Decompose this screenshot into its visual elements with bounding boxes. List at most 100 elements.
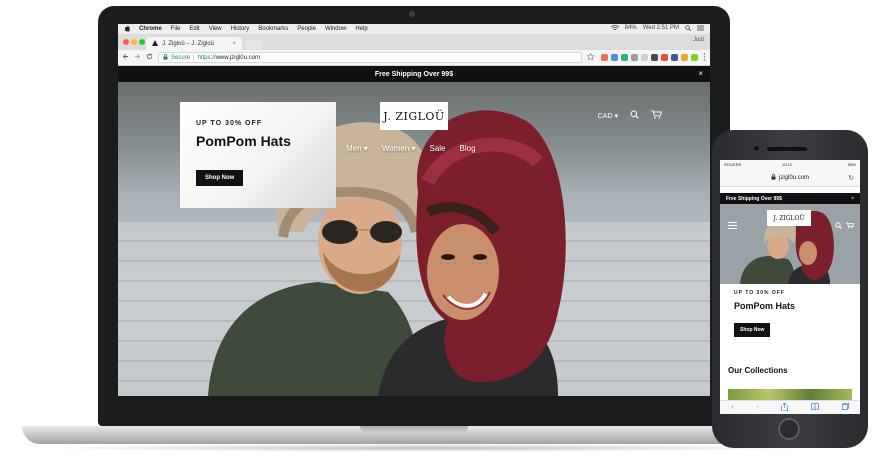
- promo-card: UP TO 30% OFF PomPom Hats Shop Now: [180, 102, 336, 208]
- search-icon[interactable]: [835, 216, 842, 234]
- secure-label: Secure: [171, 54, 191, 61]
- shop-now-button[interactable]: Shop Now: [196, 170, 244, 186]
- extension-icon[interactable]: [681, 54, 688, 61]
- reload-icon[interactable]: ↻: [848, 174, 854, 182]
- menubar-help[interactable]: Help: [355, 26, 367, 32]
- main-nav: Men ▾ Women ▾ Sale Blog: [346, 144, 476, 153]
- phone-address-bar[interactable]: jzigl0u.com ↻: [720, 169, 860, 187]
- browser-tabstrip: J. Zigloü – J. Zigloü × Just: [118, 34, 710, 50]
- phone-status-bar: ROGERS 10:12 58%: [720, 160, 860, 169]
- phone-url: jzigl0u.com: [778, 174, 809, 181]
- url-host: www.jzigl0u.com: [215, 54, 260, 61]
- extension-icon[interactable]: [601, 54, 608, 61]
- menubar-window[interactable]: Window: [325, 26, 346, 32]
- menubar-status-area: 84% Wed 2:51 PM: [610, 25, 704, 33]
- promo-title: PomPom Hats: [196, 133, 291, 149]
- safari-bottom-bar: ‹ ›: [720, 400, 860, 414]
- menubar-file[interactable]: File: [171, 26, 181, 32]
- notification-center-icon[interactable]: [697, 25, 704, 33]
- browser-tab-active[interactable]: J. Zigloü – J. Zigloü ×: [146, 37, 242, 50]
- laptop-shadow: [40, 444, 810, 452]
- chevron-down-icon: ▾: [363, 144, 368, 153]
- nav-item-women[interactable]: Women ▾: [382, 144, 416, 153]
- phone-promo-card: UP TO 30% OFF PomPom Hats Shop Now: [720, 284, 860, 354]
- phone-promo-eyebrow: UP TO 30% OFF: [734, 290, 785, 296]
- cart-icon[interactable]: [846, 216, 855, 234]
- search-icon[interactable]: [630, 110, 639, 121]
- menubar-app-name[interactable]: Chrome: [139, 26, 162, 32]
- menubar-edit[interactable]: Edit: [189, 26, 199, 32]
- tab-title: J. Zigloü – J. Zigloü: [162, 40, 215, 47]
- tabs-icon[interactable]: [841, 402, 849, 412]
- wifi-icon[interactable]: [610, 25, 620, 33]
- phone-announcement-bar: Free Shipping Over 99$ ×: [720, 193, 860, 204]
- phone-home-button[interactable]: [778, 418, 800, 440]
- profile-name[interactable]: Just: [693, 37, 704, 43]
- cart-icon[interactable]: [651, 110, 663, 121]
- url-scheme: https://: [197, 54, 216, 61]
- header-actions: CAD ▾: [598, 110, 663, 121]
- extension-icon[interactable]: [621, 54, 628, 61]
- announcement-close-icon[interactable]: ×: [698, 69, 703, 78]
- website: Free Shipping Over 99$ × UP TO 30% OFF P…: [118, 66, 710, 396]
- chevron-down-icon: ▾: [411, 144, 416, 153]
- tab-close-icon[interactable]: ×: [232, 41, 236, 47]
- currency-label: CAD: [597, 112, 613, 120]
- browser-toolbar: Secure | https://www.jzigl0u.com: [118, 50, 710, 66]
- menubar-clock[interactable]: Wed 2:51 PM: [643, 25, 679, 33]
- battery-percent[interactable]: 84%: [625, 25, 637, 33]
- nav-item-sale[interactable]: Sale: [429, 144, 445, 153]
- phone-shop-now-button[interactable]: Shop Now: [734, 323, 771, 337]
- window-zoom-button[interactable]: [139, 39, 145, 45]
- extension-icon[interactable]: [631, 54, 638, 61]
- extension-icon[interactable]: [671, 54, 678, 61]
- lock-icon: [771, 173, 776, 182]
- currency-selector[interactable]: CAD ▾: [598, 112, 618, 120]
- menubar-history[interactable]: History: [231, 26, 250, 32]
- announcement-bar: Free Shipping Over 99$ ×: [118, 66, 710, 82]
- star-bookmark-icon[interactable]: [586, 52, 595, 62]
- bookmarks-icon[interactable]: [811, 403, 819, 412]
- site-logo[interactable]: J. ZIGLOÜ: [380, 102, 448, 130]
- forward-icon[interactable]: ›: [756, 404, 758, 411]
- back-icon[interactable]: [122, 53, 129, 62]
- phone-screen: ROGERS 10:12 58% jzigl0u.com ↻ Free Ship…: [720, 160, 860, 414]
- spotlight-icon[interactable]: [685, 25, 691, 33]
- phone-site-logo[interactable]: J. ZIGLOÜ: [767, 210, 811, 226]
- phone-announcement-close-icon[interactable]: ×: [851, 196, 854, 202]
- hamburger-icon[interactable]: [728, 216, 737, 234]
- extension-icon[interactable]: [651, 54, 658, 61]
- laptop-camera: [409, 11, 415, 17]
- extension-icon[interactable]: [691, 54, 698, 61]
- tab-favicon: [152, 39, 158, 48]
- nav-item-men[interactable]: Men ▾: [346, 144, 368, 153]
- phone-speaker: [767, 147, 807, 151]
- nav-item-blog[interactable]: Blog: [460, 144, 476, 153]
- phone-promo-title: PomPom Hats: [734, 301, 796, 311]
- menubar-bookmarks[interactable]: Bookmarks: [258, 26, 288, 32]
- address-bar[interactable]: Secure | https://www.jzigl0u.com: [158, 52, 582, 63]
- extension-icons: [601, 54, 698, 61]
- share-icon[interactable]: [781, 402, 789, 413]
- window-close-button[interactable]: [123, 39, 129, 45]
- menubar-view[interactable]: View: [209, 26, 222, 32]
- collections-heading: Our Collections: [728, 366, 788, 375]
- nav-item-label: Men: [346, 144, 362, 153]
- forward-icon[interactable]: [134, 53, 141, 62]
- phone-clock: 10:12: [782, 162, 793, 167]
- carrier-label: ROGERS: [724, 162, 742, 167]
- window-minimize-button[interactable]: [131, 39, 137, 45]
- menubar-people[interactable]: People: [297, 26, 316, 32]
- extension-icon[interactable]: [661, 54, 668, 61]
- lock-icon[interactable]: [163, 53, 168, 62]
- extension-icon[interactable]: [611, 54, 618, 61]
- back-icon[interactable]: ‹: [731, 404, 733, 411]
- laptop-notch: [360, 426, 468, 434]
- apple-icon[interactable]: [124, 24, 130, 34]
- new-tab-button[interactable]: [245, 40, 263, 49]
- reload-icon[interactable]: [146, 53, 153, 62]
- chrome-menu-icon[interactable]: [703, 52, 706, 63]
- hero-banner: UP TO 30% OFF PomPom Hats Shop Now J. ZI…: [118, 82, 710, 396]
- extension-icon[interactable]: [641, 54, 648, 61]
- phone-camera: [754, 146, 759, 151]
